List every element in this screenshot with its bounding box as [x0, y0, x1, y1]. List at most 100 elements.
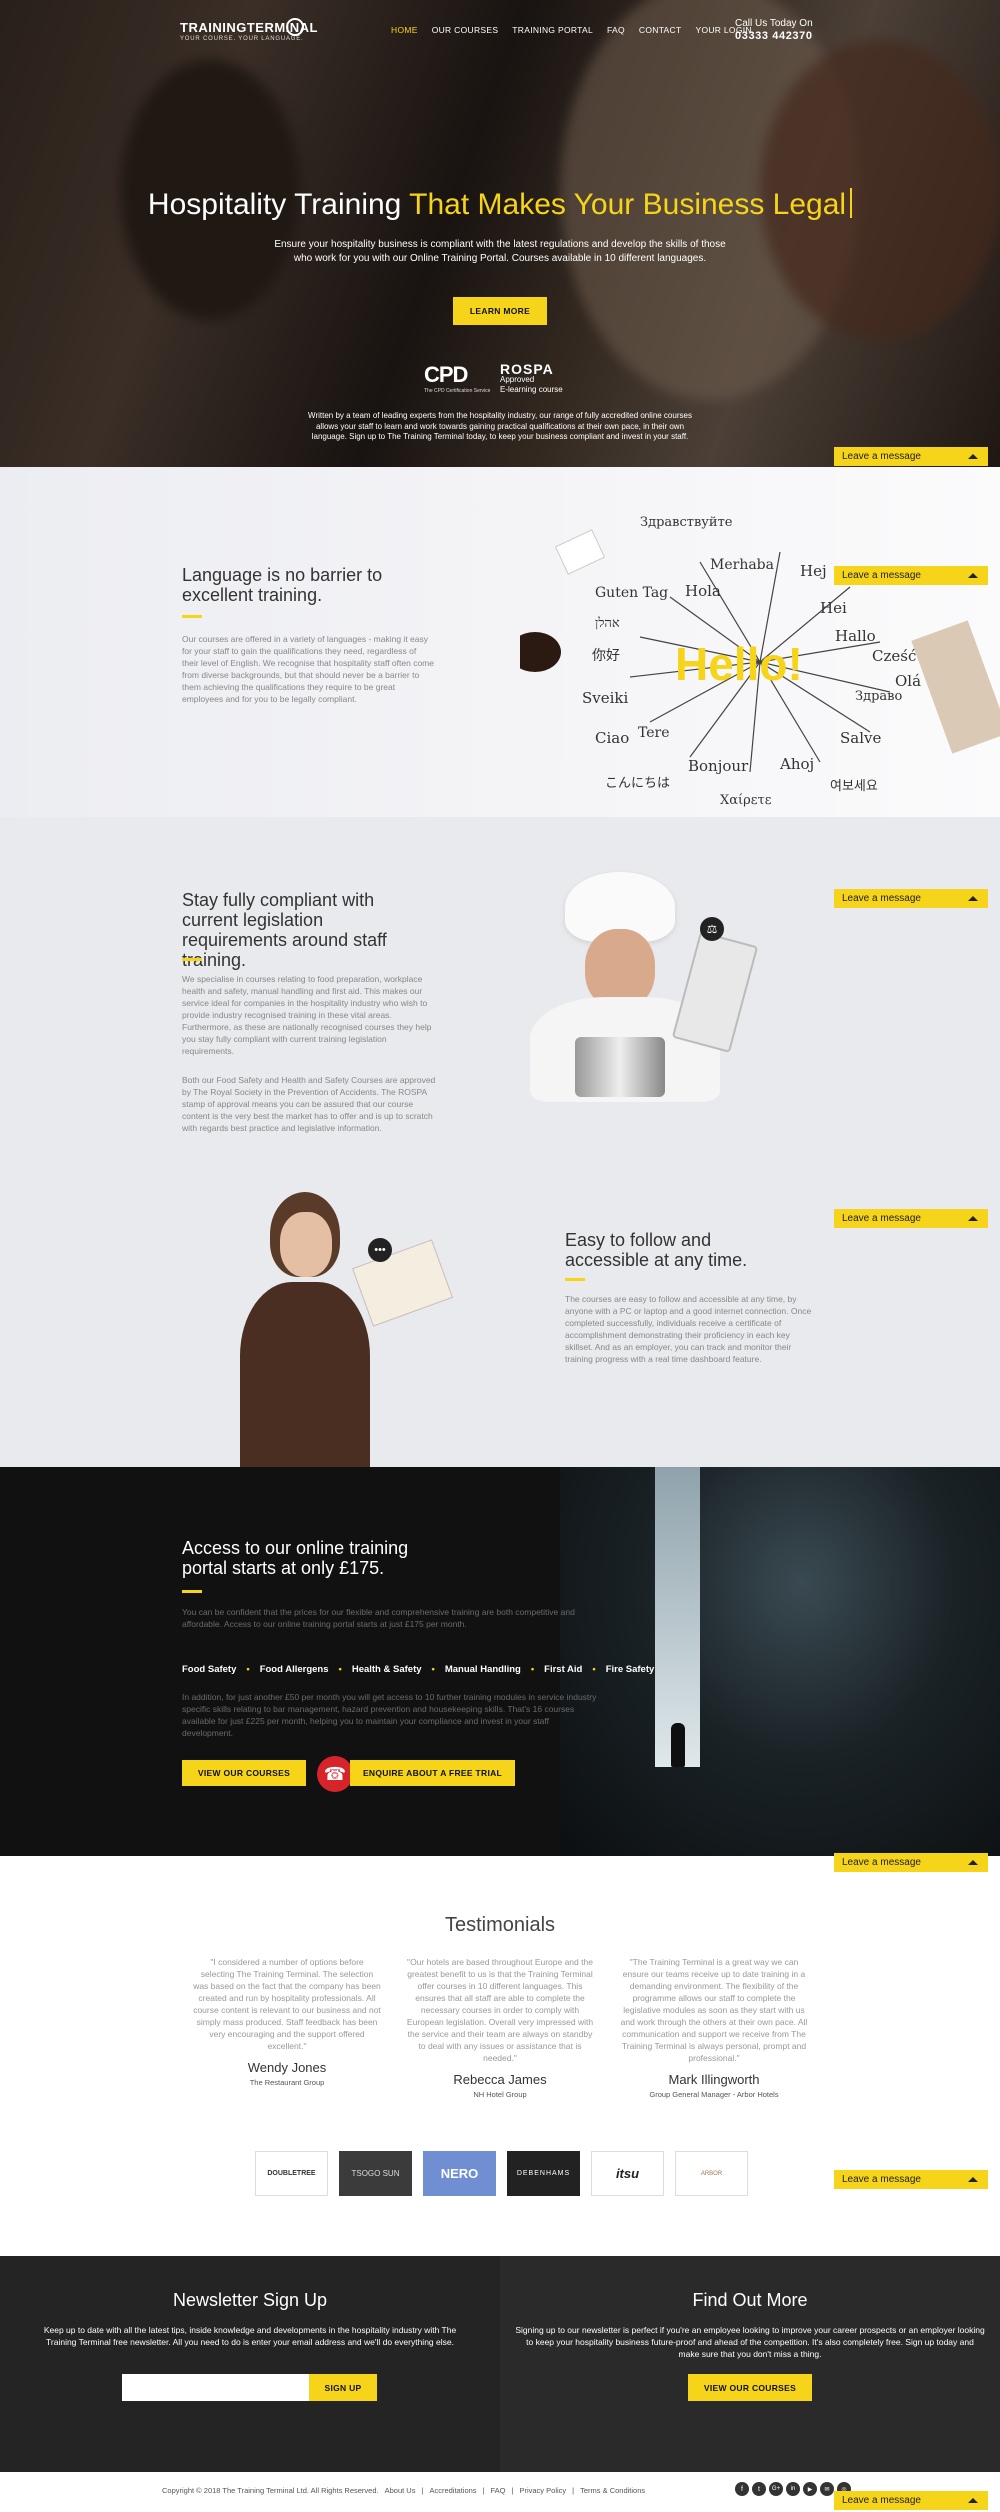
- nav-home[interactable]: HOME: [391, 25, 418, 35]
- testimonial-quote: "The Training Terminal is a great way we…: [620, 1957, 808, 2063]
- title-underline: [182, 958, 202, 961]
- newsletter-title: Newsletter Sign Up: [172, 2290, 328, 2310]
- nav-faq[interactable]: FAQ: [607, 25, 625, 35]
- logo-debenhams: DEBENHAMS: [507, 2151, 580, 2196]
- phone-number[interactable]: 03333 442370: [735, 30, 813, 42]
- footer-link-terms[interactable]: Terms & Conditions: [580, 2486, 645, 2495]
- sign-up-button[interactable]: SIGN UP: [309, 2374, 377, 2401]
- testimonial-quote: "I considered a number of options before…: [193, 1957, 381, 2051]
- compliance-body-2: Both our Food Safety and Health and Safe…: [182, 1075, 436, 1133]
- easy-body: The courses are easy to follow and acces…: [565, 1294, 812, 1364]
- view-courses-button[interactable]: VIEW OUR COURSES: [182, 1760, 306, 1786]
- title-underline: [182, 1590, 202, 1593]
- testimonial-org: The Restaurant Group: [249, 2078, 325, 2087]
- find-out-courses-button[interactable]: VIEW OUR COURSES: [688, 2374, 812, 2401]
- testimonial-quote: "Our hotels are based throughout Europe …: [406, 1957, 594, 2063]
- site-logo[interactable]: TRAININGTERMINAL YOUR COURSE. YOUR LANGU…: [180, 18, 318, 42]
- lang-word: Merhaba: [710, 557, 774, 573]
- twitter-icon[interactable]: t: [752, 2482, 766, 2496]
- nav-our-courses[interactable]: OUR COURSES: [432, 25, 499, 35]
- logo-caffe-nero: NERO: [423, 2151, 496, 2196]
- newsletter-section: Newsletter Sign Up Keep up to date with …: [0, 2256, 1000, 2472]
- course-item: Manual Handling: [444, 1664, 521, 1675]
- rospa-elearning: E-learning course: [500, 385, 563, 394]
- linkedin-icon[interactable]: in: [786, 2482, 800, 2496]
- hello-illustration: Hello! Здравствуйте Merhaba Hej Guten Ta…: [509, 467, 1000, 817]
- lang-word: こんにちは: [605, 776, 671, 791]
- notepad: [554, 529, 606, 575]
- title-underline: [182, 615, 202, 618]
- leave-message-button[interactable]: Leave a message: [834, 447, 988, 466]
- call-label: Call Us Today On: [735, 18, 813, 29]
- learn-more-button[interactable]: LEARN MORE: [453, 297, 547, 325]
- pricing-section: Access to our online training portal sta…: [0, 1467, 1000, 1856]
- course-item: Food Safety: [182, 1664, 237, 1675]
- leave-message-button[interactable]: Leave a message: [834, 889, 988, 908]
- lang-word: Tere: [638, 725, 670, 741]
- footer-link-about[interactable]: About Us: [385, 2486, 416, 2495]
- call-us: Call Us Today On 03333 442370: [735, 18, 813, 43]
- leave-message-button[interactable]: Leave a message: [834, 2491, 988, 2510]
- testimonials-title: Testimonials: [444, 1914, 556, 1936]
- google-plus-icon[interactable]: G+: [769, 2482, 783, 2496]
- leave-message-button[interactable]: Leave a message: [834, 1209, 988, 1228]
- footer-link-faq[interactable]: FAQ: [491, 2486, 506, 2495]
- lang-word: Здравствуйте: [640, 515, 733, 530]
- hero-title: Hospitality Training That Makes Your Bus…: [0, 188, 1000, 222]
- compliance-section: Stay fully compliant with current legisl…: [0, 817, 1000, 1467]
- lang-word: Hej: [800, 562, 827, 580]
- lang-word: 여보세요: [830, 779, 878, 794]
- lang-word: Salve: [840, 729, 882, 747]
- pricing-body-1: You can be confident that the prices for…: [182, 1607, 575, 1629]
- logo-doubletree: DOUBLETREE: [255, 2151, 328, 2196]
- testimonials-section: Testimonials "I considered a number of o…: [0, 1856, 1000, 2256]
- youtube-icon[interactable]: ▶: [803, 2482, 817, 2496]
- coffee-cup: [509, 632, 561, 672]
- course-item: Health & Safety: [351, 1664, 422, 1675]
- hero-intro-text: Written by a team of leading experts fro…: [308, 411, 692, 441]
- lang-word: Cześć: [872, 647, 917, 665]
- cpd-logo-caption: The CPD Certification Service: [424, 388, 491, 394]
- language-title: Language is no barrier to excellent trai…: [182, 565, 383, 605]
- leave-message-button[interactable]: Leave a message: [834, 2170, 988, 2189]
- language-body: Our courses are offered in a variety of …: [182, 634, 434, 704]
- email-icon[interactable]: ✉: [820, 2482, 834, 2496]
- course-item: First Aid: [544, 1664, 583, 1675]
- testimonial-card: "I considered a number of options before…: [193, 1956, 381, 2087]
- lang-word: Guten Tag: [595, 585, 669, 601]
- language-section: Language is no barrier to excellent trai…: [0, 467, 1000, 817]
- cpd-logo: CPD The CPD Certification Service: [424, 362, 490, 394]
- testimonial-org: Group General Manager - Arbor Hotels: [649, 2090, 779, 2099]
- testimonial-card: "Our hotels are based throughout Europe …: [406, 1956, 594, 2099]
- tablet: [671, 931, 759, 1053]
- chef-image: ⚖: [490, 867, 810, 1107]
- hero-title-yellow: That Makes Your Business Legal: [409, 188, 847, 221]
- hello-word: Hello!: [675, 638, 803, 690]
- logo-itsu: itsu: [591, 2151, 664, 2196]
- newsletter-body: Keep up to date with all the latest tips…: [43, 2325, 457, 2347]
- waitress-apron: [240, 1282, 370, 1467]
- nav-contact[interactable]: CONTACT: [639, 25, 682, 35]
- email-input[interactable]: [122, 2374, 309, 2401]
- enquire-free-trial-button[interactable]: ENQUIRE ABOUT A FREE TRIAL: [350, 1760, 515, 1786]
- waitress-image: •••: [200, 1192, 470, 1467]
- course-item: Fire Safety: [605, 1664, 655, 1675]
- copyright: Copyright © 2018 The Training Terminal L…: [162, 2486, 379, 2495]
- footer-link-accreditations[interactable]: Accreditations: [429, 2486, 476, 2495]
- pricing-body-2: In addition, for just another £50 per mo…: [182, 1692, 597, 1738]
- logo-arbor: ARBOR: [675, 2151, 748, 2196]
- facebook-icon[interactable]: f: [735, 2482, 749, 2496]
- lang-word: Olá: [895, 672, 922, 690]
- leave-message-button[interactable]: Leave a message: [834, 566, 988, 585]
- footer-link-privacy[interactable]: Privacy Policy: [519, 2486, 566, 2495]
- menu-book: [351, 1239, 454, 1327]
- testimonial-name: Rebecca James: [453, 2072, 547, 2087]
- testimonial-org: NH Hotel Group: [473, 2090, 527, 2099]
- globe-icon: [286, 18, 304, 36]
- lang-word: Bonjour: [688, 757, 749, 775]
- rospa-logo: ROSPA Approved E-learning course: [500, 362, 563, 395]
- pricing-title: Access to our online training portal sta…: [182, 1538, 409, 1578]
- title-underline: [565, 1278, 585, 1281]
- leave-message-button[interactable]: Leave a message: [834, 1853, 988, 1872]
- nav-training-portal[interactable]: TRAINING PORTAL: [512, 25, 593, 35]
